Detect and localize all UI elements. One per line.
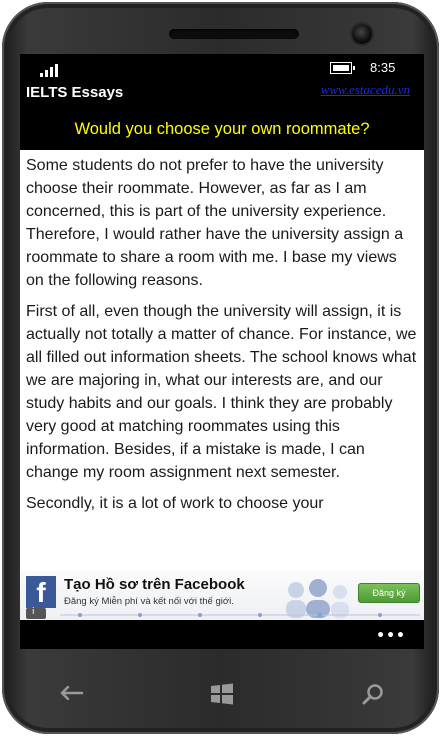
screen: 8:35 IELTS Essays www.estacedu.vn Would … [20, 54, 424, 649]
essay-paragraph: First of all, even though the university… [26, 303, 417, 481]
back-icon[interactable] [60, 686, 84, 700]
search-icon[interactable] [362, 683, 384, 705]
speaker-grille [169, 29, 299, 39]
ad-title: Tạo Hồ sơ trên Facebook [64, 576, 245, 593]
facebook-logo-icon: f [26, 576, 56, 608]
app-header: IELTS Essays www.estacedu.vn [20, 82, 424, 108]
status-bar: 8:35 [20, 54, 424, 82]
status-time: 8:35 [370, 60, 396, 75]
front-camera [352, 24, 372, 44]
ad-signup-button[interactable]: Đăng ký [358, 583, 420, 603]
app-title: IELTS Essays [26, 84, 124, 101]
facebook-ad-banner[interactable]: f Tạo Hồ sơ trên Facebook Đăng ký Miễn p… [20, 570, 424, 620]
more-menu-button[interactable]: ••• [376, 628, 406, 644]
ad-decoration [60, 612, 420, 618]
website-link[interactable]: www.estacedu.vn [321, 82, 410, 98]
signal-icon [40, 63, 66, 77]
essay-body[interactable]: Some students do not prefer to have the … [20, 150, 424, 570]
essay-paragraph: Secondly, it is a lot of work to choose … [26, 495, 324, 512]
battery-icon [330, 62, 355, 74]
essay-paragraph: Some students do not prefer to have the … [26, 157, 404, 289]
windows-icon[interactable] [210, 683, 234, 705]
phone-frame: 8:35 IELTS Essays www.estacedu.vn Would … [2, 2, 439, 734]
ad-subtitle: Đăng ký Miễn phí và kết nối với thế giới… [64, 596, 234, 607]
essay-title: Would you choose your own roommate? [74, 120, 370, 138]
